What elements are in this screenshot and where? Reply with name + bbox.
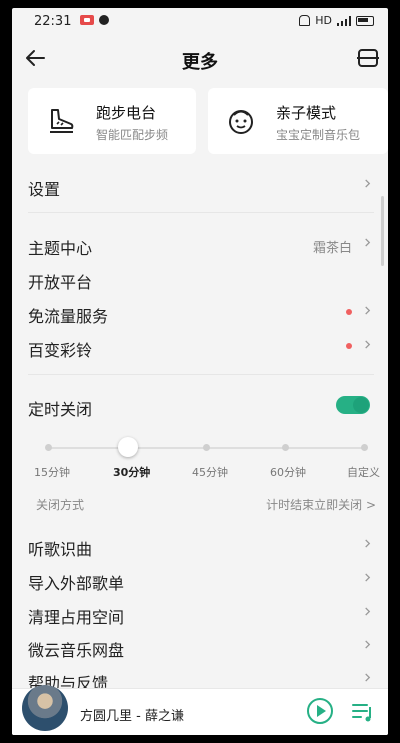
play-icon[interactable] [306, 697, 334, 725]
screen-record-icon [80, 15, 94, 25]
timer-option[interactable]: 15分钟 [34, 464, 70, 480]
card-running-radio[interactable]: 跑步电台 智能匹配步频 [28, 88, 196, 154]
close-mode-value: 计时结束立即关闭 > [266, 498, 376, 512]
shoe-icon [50, 109, 74, 133]
red-dot-badge [346, 309, 352, 315]
timer-slider[interactable] [45, 437, 368, 458]
baby-face-icon [229, 110, 253, 134]
divider [28, 374, 374, 375]
row-label: 开放平台 [28, 273, 93, 292]
row-ringtone[interactable]: 百变彩铃 [28, 329, 374, 363]
row-settings[interactable]: 设置 [28, 168, 374, 202]
chevron-right-icon [365, 640, 371, 649]
close-mode-label: 关闭方式 [36, 498, 85, 512]
playlist-icon[interactable] [350, 699, 376, 725]
row-label: 主题中心 [28, 239, 93, 258]
battery-icon [356, 15, 374, 26]
album-cover[interactable] [22, 685, 68, 731]
chevron-right-icon [365, 238, 371, 247]
signal-icon [337, 15, 351, 26]
slider-knob[interactable] [118, 437, 138, 457]
card-title: 亲子模式 [276, 104, 337, 122]
chevron-right-icon [365, 306, 371, 315]
sleep-timer-toggle[interactable] [336, 396, 370, 414]
chevron-right-icon [365, 539, 371, 548]
theme-value: 霜茶白 [312, 241, 352, 256]
chevron-right-icon [365, 340, 371, 349]
row-label: 定时关闭 [28, 400, 93, 419]
row-label: 导入外部歌单 [28, 574, 125, 593]
divider [28, 212, 374, 213]
row-label: 微云音乐网盘 [28, 641, 125, 660]
slider-tick[interactable] [203, 444, 210, 451]
red-dot-badge [346, 343, 352, 349]
slider-tick[interactable] [361, 444, 368, 451]
status-right: HD [299, 14, 374, 27]
slider-tick[interactable] [282, 444, 289, 451]
screen: 22:31 HD 更多 跑步电台 智能匹配步频 亲子模式 宝宝定制音乐包 设置 … [12, 8, 388, 735]
notification-icon [99, 15, 109, 25]
timer-option[interactable]: 60分钟 [270, 464, 306, 480]
mini-player[interactable]: 方圆几里 - 薛之谦 [12, 685, 388, 735]
row-open-platform[interactable]: 开放平台 [28, 261, 374, 295]
timer-option-selected[interactable]: 30分钟 [113, 464, 150, 480]
header: 更多 [12, 34, 388, 86]
row-recognize[interactable]: 听歌识曲 [28, 528, 374, 562]
card-subtitle: 智能匹配步频 [96, 128, 169, 142]
timer-option[interactable]: 自定义 [347, 464, 380, 480]
row-sleep-timer: 定时关闭 [28, 388, 374, 422]
page-title: 更多 [182, 52, 218, 73]
song-title: 方圆几里 - 薛之谦 [80, 709, 184, 724]
row-import-playlist[interactable]: 导入外部歌单 [28, 562, 374, 596]
status-bar: 22:31 HD [12, 8, 388, 34]
row-label: 百变彩铃 [28, 341, 93, 360]
row-theme-center[interactable]: 主题中心 霜茶白 [28, 227, 374, 261]
chevron-right-icon [365, 673, 371, 682]
status-time: 22:31 [34, 14, 72, 29]
card-subtitle: 宝宝定制音乐包 [276, 128, 361, 142]
row-weiyun-disk[interactable]: 微云音乐网盘 [28, 629, 374, 663]
row-label: 免流量服务 [28, 307, 109, 326]
mute-icon [299, 15, 311, 26]
chevron-right-icon [365, 573, 371, 582]
slider-tick[interactable] [45, 444, 52, 451]
scan-icon[interactable] [356, 48, 380, 68]
row-label: 设置 [28, 180, 61, 199]
timer-options: 15分钟 30分钟 45分钟 60分钟 自定义 [12, 464, 388, 482]
row-clean-space[interactable]: 清理占用空间 [28, 596, 374, 630]
network-label: HD [315, 14, 332, 27]
row-label: 清理占用空间 [28, 608, 125, 627]
timer-option[interactable]: 45分钟 [192, 464, 228, 480]
card-kids-mode[interactable]: 亲子模式 宝宝定制音乐包 [208, 88, 388, 154]
card-title: 跑步电台 [96, 104, 157, 122]
chevron-right-icon [365, 179, 371, 188]
row-free-traffic[interactable]: 免流量服务 [28, 295, 374, 329]
close-mode-row[interactable]: 关闭方式 计时结束立即关闭 > [36, 496, 376, 516]
chevron-right-icon [365, 607, 371, 616]
row-label: 听歌识曲 [28, 540, 93, 559]
scrollbar[interactable] [381, 196, 384, 266]
